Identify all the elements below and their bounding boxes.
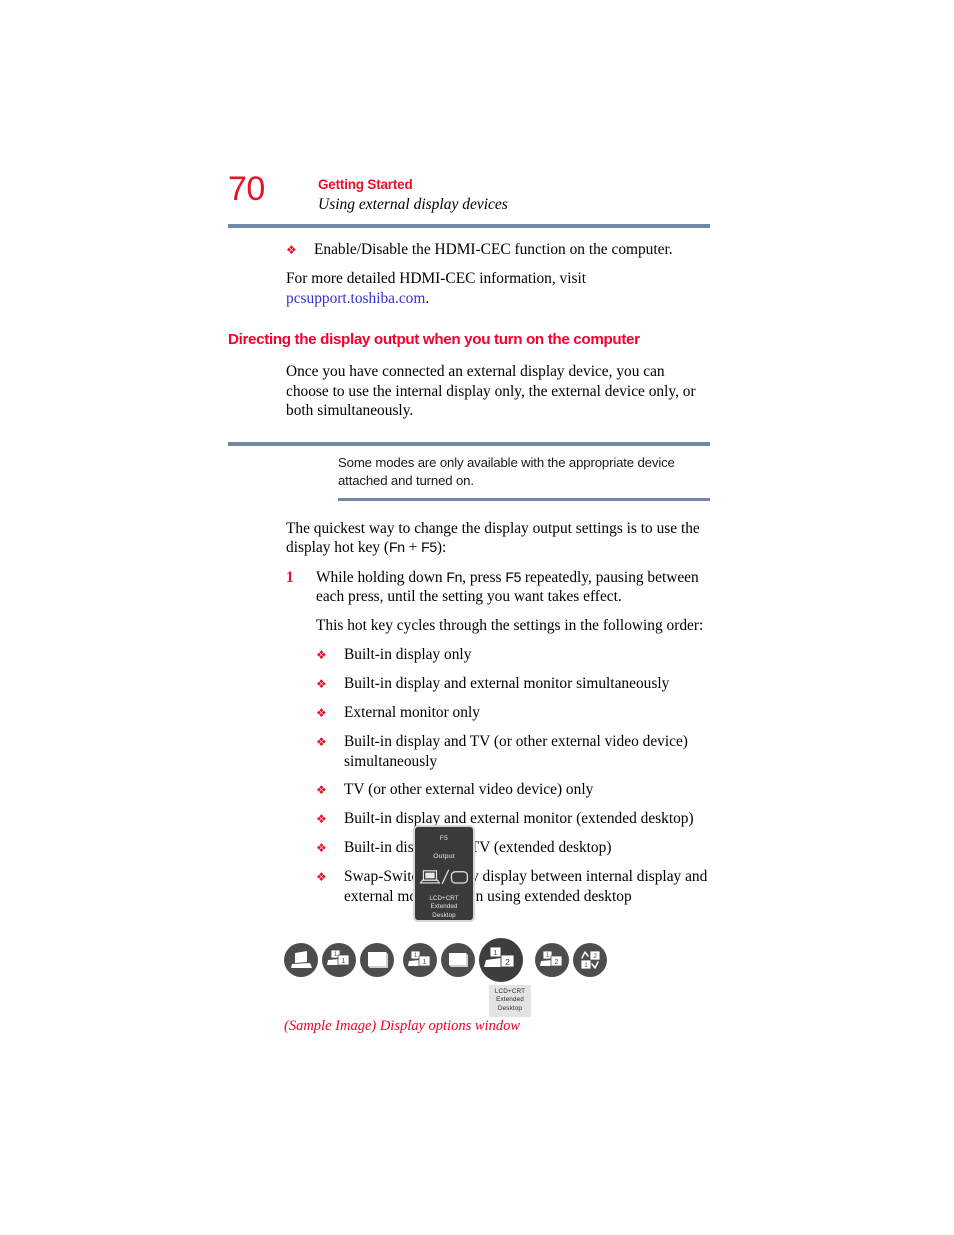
tooltip-line1: LCD+CRT: [494, 988, 526, 995]
osd-function-label: Output: [433, 853, 455, 860]
lcd-plus-tv-clone-icon[interactable]: 1 1: [403, 943, 437, 977]
svg-text:1: 1: [493, 948, 497, 957]
step-key-f5-label: F5: [505, 568, 522, 585]
hotkey-paragraph-part1: The quickest way to change the display o…: [286, 519, 700, 557]
tooltip-line3: Desktop: [497, 1004, 523, 1012]
osd-mode-caption: LCD+CRT Extended Desktop: [415, 895, 473, 920]
diamond-bullet-icon: ❖: [316, 706, 327, 720]
support-link-paragraph: For more detailed HDMI-CEC information, …: [286, 269, 710, 308]
step-item: 1 While holding down Fn, press F5 repeat…: [286, 568, 710, 607]
intro-bullet-group: ❖ Enable/Disable the HDMI-CEC function o…: [286, 240, 710, 260]
mode-label: Built-in display and external monitor si…: [344, 675, 670, 692]
osd-mode-line2: Extended: [430, 903, 458, 911]
osd-lcd-crt-icon: [415, 868, 473, 888]
key-fn-label: Fn: [389, 539, 405, 555]
diamond-bullet-icon: ❖: [316, 648, 327, 662]
diamond-bullet-icon: ❖: [286, 243, 297, 257]
diamond-bullet-icon: ❖: [316, 735, 327, 749]
svg-text:2: 2: [593, 953, 597, 960]
mode-label: Built-in display and TV (or other extern…: [344, 733, 688, 770]
section-paragraph: Once you have connected an external disp…: [286, 363, 696, 419]
tv-only-icon[interactable]: [441, 943, 475, 977]
step-text-part2: , press: [462, 568, 506, 586]
selected-mode-tooltip: LCD+CRT Extended Desktop: [489, 985, 531, 1018]
page-title: Directing the display output when you tu…: [228, 331, 640, 348]
list-item: ❖ External monitor only: [316, 703, 710, 723]
list-item: ❖ Enable/Disable the HDMI-CEC function o…: [286, 240, 710, 260]
osd-key-label: F5: [439, 835, 449, 842]
crt-only-icon[interactable]: [360, 943, 394, 977]
display-mode-icon-strip: 1 1 1 1 1 2 1 2 2 1 LCD+CRT Extended Des…: [284, 938, 624, 1030]
svg-text:1: 1: [584, 962, 588, 969]
lcd-plus-crt-clone-icon[interactable]: 1 1: [322, 943, 356, 977]
header-divider: [228, 224, 710, 228]
page-content: ❖ Enable/Disable the HDMI-CEC function o…: [228, 236, 710, 906]
diamond-bullet-icon: ❖: [316, 677, 327, 691]
svg-text:1: 1: [423, 959, 427, 966]
hotkey-paragraph-part2: ):: [436, 539, 447, 556]
intro-bullet-text: Enable/Disable the HDMI-CEC function on …: [314, 241, 673, 258]
header-section: Using external display devices: [318, 196, 508, 213]
osd-mode-line3: Desktop: [432, 911, 456, 919]
step-number: 1: [286, 568, 294, 586]
step-text-part1: While holding down: [316, 568, 447, 586]
step-text: While holding down Fn, press F5 repeated…: [316, 568, 710, 607]
hotkey-paragraph: The quickest way to change the display o…: [286, 519, 710, 558]
step-key-fn-label: Fn: [446, 568, 463, 585]
diamond-bullet-icon: ❖: [316, 783, 327, 797]
osd-mode-line1: LCD+CRT: [429, 895, 459, 902]
document-page: 70 Getting Started Using external displa…: [0, 0, 954, 1235]
note-text: Some modes are only available with the a…: [338, 454, 675, 488]
mode-label: Built-in display only: [344, 646, 472, 663]
support-link-suffix: .: [425, 289, 430, 307]
header-chapter: Getting Started: [318, 177, 413, 192]
mode-label: External monitor only: [344, 704, 480, 721]
list-item: ❖ Built-in display only: [316, 645, 710, 665]
lcd-only-icon[interactable]: [284, 943, 318, 977]
note-bottom-divider: [338, 497, 710, 501]
header-titles: Getting Started Using external display d…: [318, 176, 508, 215]
lcd-tv-extended-desktop-icon[interactable]: 1 2: [535, 943, 569, 977]
tooltip-line2: Extended: [496, 996, 524, 1004]
osd-panel: F5 Output LCD+CRT Extended Desktop: [413, 825, 475, 922]
pcsupport-link[interactable]: pcsupport.toshiba.com: [286, 290, 425, 307]
swap-switch-primary-display-icon[interactable]: 2 1: [573, 943, 607, 977]
page-number: 70: [228, 170, 265, 208]
support-link-prefix: For more detailed HDMI-CEC information, …: [286, 270, 587, 287]
list-item: ❖ Built-in display and external monitor …: [316, 674, 710, 694]
figure-caption: (Sample Image) Display options window: [284, 1018, 521, 1034]
list-item: ❖ Built-in display and TV (or other exte…: [316, 732, 710, 771]
svg-text:2: 2: [505, 957, 510, 967]
list-item: ❖ TV (or other external video device) on…: [316, 780, 710, 800]
key-f5-label: F5: [421, 539, 437, 555]
hotkey-plus: +: [404, 539, 422, 556]
display-options-figure: F5 Output LCD+CRT Extended Desktop 1 1 1…: [228, 822, 710, 1034]
svg-text:1: 1: [342, 958, 346, 965]
lcd-crt-extended-desktop-icon[interactable]: 1 2: [479, 938, 523, 982]
mode-label: TV (or other external video device) only: [344, 781, 594, 798]
cycle-intro-text: This hot key cycles through the settings…: [316, 616, 704, 634]
note-box: Some modes are only available with the a…: [228, 441, 710, 501]
svg-text:2: 2: [555, 959, 559, 966]
